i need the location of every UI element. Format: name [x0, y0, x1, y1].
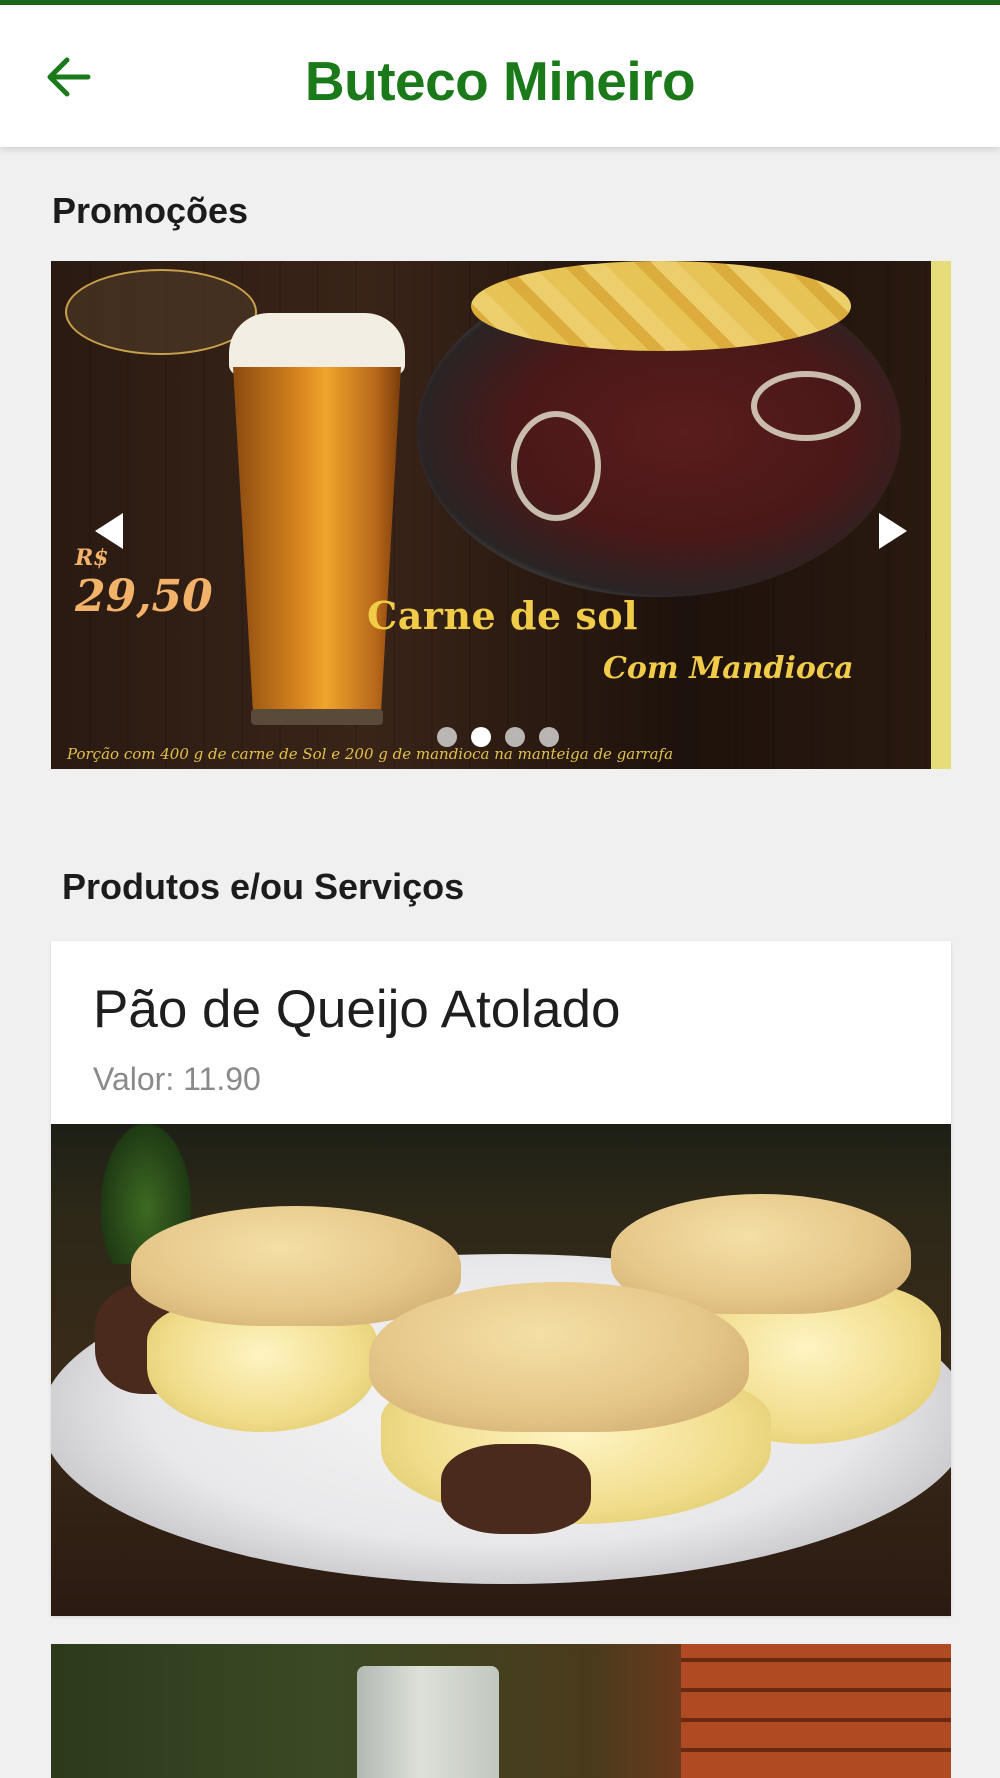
promotions-carousel[interactable]: R$ 29,50 Carne de sol Com Mandioca Porçã…	[51, 261, 951, 769]
onion-decoration	[751, 371, 861, 441]
carousel-prev-button[interactable]	[89, 509, 129, 553]
carousel-dot[interactable]	[539, 727, 559, 747]
product-name: Pão de Queijo Atolado	[93, 980, 621, 1039]
promo-price: R$ 29,50	[75, 545, 213, 622]
promo-subtitle: Com Mandioca	[603, 651, 854, 686]
product-photo	[357, 1666, 499, 1778]
chevron-left-icon	[95, 513, 123, 549]
carousel-dot-active[interactable]	[471, 727, 491, 747]
beer-glass-image	[229, 313, 405, 725]
promotions-heading: Promoções	[52, 190, 249, 231]
fries-image	[471, 261, 851, 351]
promo-name: Carne de sol	[367, 593, 639, 638]
product-price: Valor: 11.90	[93, 1061, 261, 1097]
products-heading: Produtos e/ou Serviços	[62, 866, 465, 907]
carousel-dot[interactable]	[437, 727, 457, 747]
carousel-next-button[interactable]	[873, 509, 913, 553]
app-bar: Buteco Mineiro	[0, 5, 1000, 147]
carousel-indicator	[437, 727, 559, 747]
promo-note: Porção com 400 g de carne de Sol e 200 g…	[67, 745, 674, 763]
product-card[interactable]: Pão de Queijo Atolado Valor: 11.90	[51, 941, 951, 1616]
carousel-dot[interactable]	[505, 727, 525, 747]
chevron-right-icon	[879, 513, 907, 549]
banner-edge	[931, 261, 951, 769]
onion-decoration	[511, 411, 601, 521]
page-title: Buteco Mineiro	[304, 50, 696, 112]
promo-price-value: 29,50	[75, 571, 213, 622]
product-photo	[51, 1124, 951, 1616]
product-card[interactable]	[51, 1644, 951, 1778]
